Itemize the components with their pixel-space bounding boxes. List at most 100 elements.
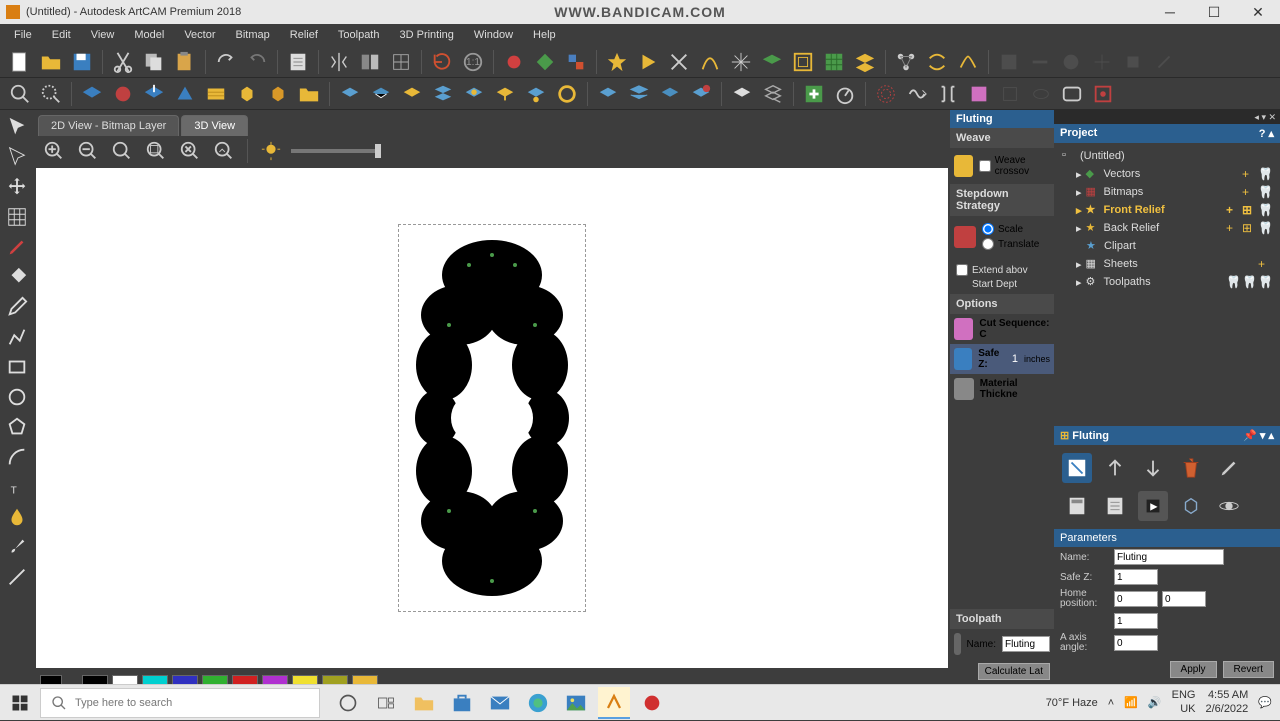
menu-edit[interactable]: Edit <box>44 27 79 43</box>
calculate-button[interactable]: Calculate Lat <box>978 663 1050 680</box>
layer-multi-icon[interactable] <box>759 80 787 108</box>
zoom-1-icon[interactable] <box>108 137 136 165</box>
save-icon[interactable] <box>68 48 96 76</box>
spiral-icon[interactable] <box>872 80 900 108</box>
tray-lang[interactable]: ENGUK <box>1172 689 1196 715</box>
panel-collapse-row[interactable]: ◂ ▾ ✕ <box>1054 110 1280 124</box>
dim3-icon[interactable] <box>1057 48 1085 76</box>
relief-up-icon[interactable] <box>140 80 168 108</box>
extend-above-checkbox[interactable] <box>956 264 968 276</box>
select-tool-icon[interactable] <box>4 114 30 140</box>
layer-blue2-icon[interactable] <box>625 80 653 108</box>
zoom-in-icon[interactable] <box>40 137 68 165</box>
tray-notifications-icon[interactable]: 💬 <box>1258 696 1272 709</box>
layers-gold-icon[interactable] <box>851 48 879 76</box>
polyline-tool-icon[interactable] <box>4 324 30 350</box>
layer-mix-icon[interactable] <box>460 80 488 108</box>
menu-view[interactable]: View <box>83 27 123 43</box>
arc-tool-icon[interactable] <box>4 444 30 470</box>
tree-vectors[interactable]: ▸◆Vectors+🦷 <box>1058 165 1276 183</box>
relief-tri-icon[interactable] <box>171 80 199 108</box>
store-icon[interactable] <box>446 687 478 719</box>
wave-right-icon[interactable] <box>903 80 931 108</box>
layer-blue3-icon[interactable] <box>656 80 684 108</box>
burst-icon[interactable] <box>727 48 755 76</box>
rotate-icon[interactable] <box>428 48 456 76</box>
select-pink-icon[interactable] <box>965 80 993 108</box>
dim-outline2-icon[interactable] <box>1027 80 1055 108</box>
fluting-calc-icon[interactable] <box>1062 491 1092 521</box>
zoom-all-icon[interactable] <box>176 137 204 165</box>
toolpath-icon[interactable] <box>954 633 961 655</box>
tree-root[interactable]: ▫(Untitled) <box>1058 147 1276 165</box>
layer-gold-icon[interactable] <box>398 80 426 108</box>
curve-tool-icon[interactable] <box>696 48 724 76</box>
start-button[interactable] <box>0 685 40 721</box>
close-button[interactable]: ✕ <box>1236 0 1280 24</box>
cut-icon[interactable] <box>109 48 137 76</box>
taskbar-search[interactable]: Type here to search <box>40 688 320 718</box>
record-icon[interactable] <box>636 687 668 719</box>
border-icon[interactable] <box>789 48 817 76</box>
zoom-slider[interactable] <box>291 149 381 153</box>
zoom-sel-icon[interactable] <box>142 137 170 165</box>
layer-dot-icon[interactable] <box>522 80 550 108</box>
artcam-taskbar-icon[interactable] <box>598 687 630 719</box>
shape-diamond-icon[interactable] <box>531 48 559 76</box>
tree-clipart[interactable]: ★Clipart <box>1058 237 1276 255</box>
menu-toolpath[interactable]: Toolpath <box>330 27 388 43</box>
open-icon[interactable] <box>37 48 65 76</box>
layer-blue1-icon[interactable] <box>594 80 622 108</box>
param-home-y[interactable] <box>1162 591 1206 607</box>
apply-button[interactable]: Apply <box>1170 661 1217 678</box>
paste-icon[interactable] <box>171 48 199 76</box>
layer-ring-icon[interactable] <box>553 80 581 108</box>
weave-icon[interactable] <box>923 48 951 76</box>
copy-icon[interactable] <box>140 48 168 76</box>
polygon-tool-icon[interactable] <box>4 414 30 440</box>
dim-outline1-icon[interactable] <box>996 80 1024 108</box>
stepdown-icon[interactable] <box>954 226 976 248</box>
gauge-icon[interactable] <box>831 80 859 108</box>
layer1-icon[interactable] <box>336 80 364 108</box>
menu-window[interactable]: Window <box>466 27 521 43</box>
zoom-prev-icon[interactable] <box>210 137 238 165</box>
weather-widget[interactable]: 70°F Haze <box>1046 697 1098 709</box>
tree-toolpaths[interactable]: ▸⚙Toolpaths🦷🦷🦷 <box>1058 273 1276 291</box>
texture-gold-icon[interactable] <box>202 80 230 108</box>
relief-blue-icon[interactable] <box>78 80 106 108</box>
layer-badge-icon[interactable] <box>687 80 715 108</box>
fluting-save-icon[interactable] <box>1062 453 1092 483</box>
layer-stack-icon[interactable] <box>429 80 457 108</box>
pencil-tool-icon[interactable] <box>4 234 30 260</box>
tray-network-icon[interactable]: 📶 <box>1124 696 1138 709</box>
grid-green-icon[interactable] <box>820 48 848 76</box>
folder-relief-icon[interactable] <box>295 80 323 108</box>
fluting-down-icon[interactable] <box>1138 453 1168 483</box>
spline-icon[interactable] <box>954 48 982 76</box>
cut-seq-icon[interactable] <box>954 318 973 340</box>
param-home-z[interactable] <box>1114 613 1158 629</box>
zoom-region-icon[interactable] <box>37 80 65 108</box>
target-icon[interactable] <box>1089 80 1117 108</box>
zoom-out-icon[interactable] <box>74 137 102 165</box>
viewport-canvas[interactable] <box>36 168 948 668</box>
fluting-edit-icon[interactable] <box>1214 453 1244 483</box>
param-name-input[interactable] <box>1114 549 1224 565</box>
menu-bitmap[interactable]: Bitmap <box>228 27 278 43</box>
mail-icon[interactable] <box>484 687 516 719</box>
undo-icon[interactable] <box>212 48 240 76</box>
tray-volume-icon[interactable]: 🔊 <box>1148 696 1162 709</box>
minimize-button[interactable]: ─ <box>1148 0 1192 24</box>
mirror-h-icon[interactable] <box>325 48 353 76</box>
menu-file[interactable]: File <box>6 27 40 43</box>
star-new-icon[interactable] <box>603 48 631 76</box>
menu-model[interactable]: Model <box>126 27 172 43</box>
tab-2d-view[interactable]: 2D View - Bitmap Layer <box>38 115 179 136</box>
layer2-icon[interactable] <box>367 80 395 108</box>
frame-icon[interactable] <box>1058 80 1086 108</box>
fluting-notes-icon[interactable] <box>1100 491 1130 521</box>
drop-tool-icon[interactable] <box>4 504 30 530</box>
notes-icon[interactable] <box>284 48 312 76</box>
weave-crossover-checkbox[interactable] <box>979 160 991 172</box>
